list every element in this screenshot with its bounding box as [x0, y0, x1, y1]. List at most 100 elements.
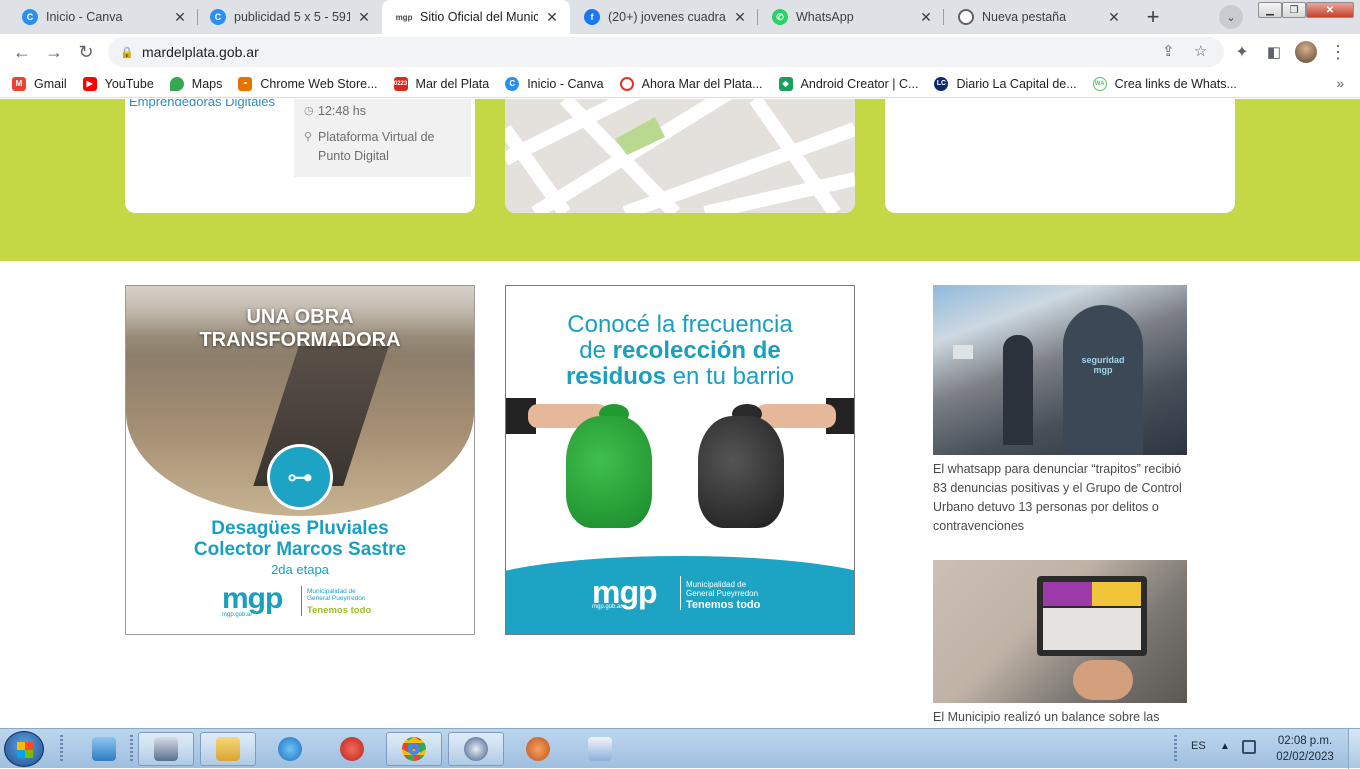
taskbar-grip	[130, 735, 133, 763]
event-card: Emprendedoras Digitales ◷ 12:48 hs ⚲ Plata…	[125, 99, 475, 213]
ad-title-line-1: UNA OBRA	[246, 306, 354, 328]
bookmark-la-capital[interactable]: LC Diario La Capital de...	[934, 76, 1077, 91]
news-image-police[interactable]: seguridad mgp	[933, 285, 1187, 455]
police-photo-content: seguridad mgp	[933, 285, 1187, 455]
start-button[interactable]	[4, 731, 44, 767]
lock-icon[interactable]: 🔒	[120, 46, 134, 59]
whatsapp-link-icon: WA	[1092, 76, 1107, 91]
new-tab-button[interactable]: +	[1140, 4, 1166, 30]
green-bag-graphic	[566, 416, 652, 528]
taskbar-explorer[interactable]	[200, 732, 256, 766]
profile-avatar[interactable]	[1292, 38, 1320, 66]
show-hidden-icons-icon[interactable]: ▲	[1220, 741, 1230, 752]
taskbar-chrome[interactable]	[386, 732, 442, 766]
android-creator-icon: ◈	[778, 76, 793, 91]
taskbar-internet-explorer[interactable]	[262, 732, 318, 766]
tagline: Tenemos todo	[307, 605, 372, 616]
bookmark-star-icon[interactable]: ☆	[1194, 42, 1207, 60]
taskbar-game[interactable]	[510, 732, 566, 766]
network-icon[interactable]	[1242, 740, 1256, 754]
bookmark-web-store[interactable]: ◓ Chrome Web Store...	[238, 76, 378, 91]
bookmark-canva[interactable]: C Inicio - Canva	[505, 76, 604, 91]
share-icon[interactable]: ⇪	[1162, 42, 1175, 60]
gmail-icon: M	[12, 76, 26, 91]
tab-inicio-canva[interactable]: C Inicio - Canva ✕	[8, 0, 198, 34]
bookmark-gmail[interactable]: M Gmail	[12, 76, 67, 91]
muni-line-2: General Pueyrredon	[307, 595, 366, 602]
news-item[interactable]: El Municipio realizó un balance sobre la…	[933, 560, 1187, 727]
muni-name: Municipalidad de General Pueyrredon	[686, 580, 758, 598]
event-info-box: ◷ 12:48 hs ⚲ Plataforma Virtual de Punto Di…	[294, 99, 471, 177]
taskbar-wordpad[interactable]	[572, 732, 628, 766]
close-tab-icon[interactable]: ✕	[172, 9, 188, 26]
tab-nueva-pestana[interactable]: Nueva pestaña ✕	[944, 0, 1132, 34]
logo-small: mgp.gob.ar	[222, 612, 253, 618]
news-image-laptop[interactable]	[933, 560, 1187, 703]
taskbar-grip	[1174, 735, 1177, 763]
news-item[interactable]: seguridad mgp El whatsapp para denunciar…	[933, 285, 1187, 536]
bookmark-youtube[interactable]: ▶ YouTube	[82, 76, 154, 91]
avatar-image	[1295, 41, 1317, 63]
tab-facebook[interactable]: f (20+) jovenes cuadrang ✕	[570, 0, 758, 34]
maximize-window-button[interactable]: ❐	[1282, 2, 1306, 18]
bookmark-label: Diario La Capital de...	[956, 76, 1077, 91]
reload-icon[interactable]: ↻	[72, 38, 100, 66]
tab-search-chevron-icon[interactable]: ⌄	[1219, 5, 1243, 29]
bookmark-label: Android Creator | C...	[800, 76, 919, 91]
close-window-button[interactable]: ✕	[1306, 2, 1354, 18]
event-link[interactable]: Emprendedoras Digitales	[129, 99, 275, 109]
close-tab-icon[interactable]: ✕	[356, 9, 372, 26]
bookmark-mar-del-plata[interactable]: 0223 Mar del Plata	[393, 76, 489, 91]
tab-publicidad[interactable]: C publicidad 5 x 5 - 591 ✕	[196, 0, 382, 34]
tagline: Tenemos todo	[686, 599, 761, 611]
minimize-window-button[interactable]: ▁	[1258, 2, 1282, 18]
bookmark-maps[interactable]: Maps	[169, 76, 222, 91]
forward-arrow-icon[interactable]: →	[40, 38, 68, 66]
news-headline[interactable]: El whatsapp para denunciar “trapitos” re…	[933, 460, 1187, 536]
pipe-icon: ⊶	[267, 444, 333, 510]
logo-small: mgp.gob.ar	[592, 604, 623, 610]
taskbar-remote-app[interactable]	[138, 732, 194, 766]
laptop-screen-graphic	[1043, 582, 1141, 606]
taskbar-clock[interactable]: 02:08 p.m. 02/02/2023	[1270, 733, 1340, 765]
empty-card	[885, 99, 1235, 213]
side-panel-icon[interactable]: ◧	[1260, 38, 1288, 66]
bookmark-crea-links[interactable]: WA Crea links de Whats...	[1092, 76, 1237, 91]
ad-obra-transformadora[interactable]: UNA OBRA TRANSFORMADORA ⊶ Desagües Pluvi…	[125, 285, 475, 635]
map-card[interactable]	[505, 99, 855, 213]
muni-name: Municipalidad de General Pueyrredon	[307, 588, 366, 602]
close-tab-icon[interactable]: ✕	[918, 9, 934, 26]
ad2-line-3-post: en tu barrio	[665, 363, 795, 390]
ad2-line-2-pre: de	[579, 337, 613, 364]
taskbar-app[interactable]	[448, 732, 504, 766]
extensions-puzzle-icon[interactable]: ✦	[1228, 38, 1256, 66]
close-tab-icon[interactable]: ✕	[732, 9, 748, 26]
tab-sitio-oficial[interactable]: mgp Sitio Oficial del Municip ✕	[382, 0, 570, 34]
ad-recoleccion-residuos[interactable]: Conocé la frecuencia de recolección de r…	[505, 285, 855, 635]
taskbar-media-player[interactable]	[76, 732, 132, 766]
news-headline[interactable]: El Municipio realizó un balance sobre la…	[933, 708, 1187, 727]
bookmark-ahora-mdp[interactable]: Ahora Mar del Plata...	[619, 76, 763, 91]
menu-kebab-icon[interactable]: ⋮	[1324, 38, 1352, 66]
whatsapp-icon: ✆	[772, 9, 788, 25]
ad2-line-3-bold: residuos	[565, 363, 666, 390]
logo-divider	[680, 576, 681, 610]
language-indicator[interactable]: ES	[1191, 740, 1206, 752]
close-tab-icon[interactable]: ✕	[544, 9, 560, 26]
url-text[interactable]: mardelplata.gob.ar	[142, 44, 259, 60]
app-icon	[464, 737, 488, 761]
close-tab-icon[interactable]: ✕	[1106, 9, 1122, 26]
folder-icon	[216, 737, 240, 761]
web-store-icon: ◓	[238, 76, 253, 91]
facebook-icon: f	[584, 9, 600, 25]
address-bar[interactable]: 🔒 mardelplata.gob.ar ⇪ ☆	[108, 37, 1224, 67]
taskbar-ccleaner[interactable]	[324, 732, 380, 766]
bookmarks-bar: M Gmail ▶ YouTube Maps ◓ Chrome Web Store..…	[0, 70, 1360, 98]
tab-whatsapp[interactable]: ✆ WhatsApp ✕	[758, 0, 944, 34]
chrome-icon	[402, 737, 426, 761]
bookmark-android-creator[interactable]: ◈ Android Creator | C...	[778, 76, 919, 91]
canva-icon: C	[22, 9, 38, 25]
back-arrow-icon[interactable]: ←	[8, 38, 36, 66]
more-bookmarks-chevron-icon[interactable]: »	[1336, 75, 1344, 91]
show-desktop-button[interactable]	[1348, 729, 1360, 769]
